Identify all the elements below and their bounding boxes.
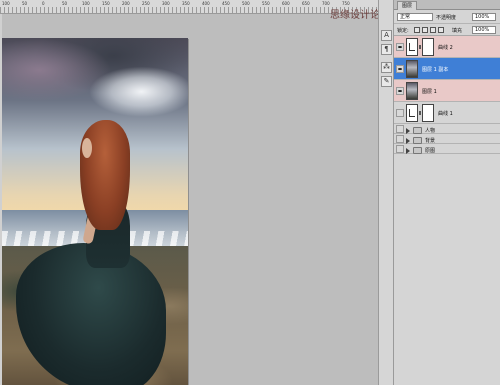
visibility-eye-icon[interactable] bbox=[396, 87, 404, 95]
ruler-mark: 50 bbox=[22, 1, 28, 6]
layer-name: 曲线 1 bbox=[438, 111, 453, 117]
paragraph-panel-icon[interactable]: ¶ bbox=[381, 44, 392, 55]
ruler-mark: 500 bbox=[242, 1, 250, 6]
ruler-mark: 150 bbox=[102, 1, 110, 6]
layer-name: 曲线 2 bbox=[438, 45, 453, 51]
folder-icon bbox=[413, 127, 422, 134]
visibility-eye-icon[interactable] bbox=[396, 125, 404, 133]
lock-transparency-icon[interactable] bbox=[414, 27, 420, 33]
ruler-mark: 400 bbox=[202, 1, 210, 6]
hair-figure bbox=[80, 120, 130, 230]
layer-mask-thumbnail[interactable] bbox=[422, 104, 434, 122]
blend-row: 正常 不透明度 100% bbox=[394, 10, 500, 24]
layer-name: 图层 1 副本 bbox=[422, 67, 449, 73]
panel-dock: A ¶ ⁂ ✎ bbox=[378, 0, 394, 385]
blend-mode-select[interactable]: 正常 bbox=[397, 13, 433, 21]
ruler-mark: 100 bbox=[82, 1, 90, 6]
lock-label: 锁定: bbox=[397, 28, 409, 34]
layer-row[interactable]: 图层 1 bbox=[394, 80, 500, 102]
layer-group-row[interactable]: 背景 bbox=[394, 134, 500, 144]
character-panel-icon[interactable]: A bbox=[381, 30, 392, 41]
opacity-label: 不透明度 bbox=[436, 15, 457, 21]
ruler-mark: 350 bbox=[182, 1, 190, 6]
visibility-eye-icon[interactable] bbox=[396, 135, 404, 143]
ruler-mark: 200 bbox=[122, 1, 130, 6]
ruler-mark: 300 bbox=[162, 1, 170, 6]
ruler-mark: 250 bbox=[142, 1, 150, 6]
group-name: 背景 bbox=[425, 138, 436, 144]
opacity-field[interactable]: 100% bbox=[472, 13, 496, 21]
layers-panel: 图层 正常 不透明度 100% 锁定: 填充 100% 曲线 2 图层 1 副本… bbox=[394, 0, 500, 385]
ruler-ticks bbox=[0, 7, 378, 13]
expand-triangle-icon[interactable] bbox=[406, 148, 410, 154]
ruler-mark: 100 bbox=[2, 1, 10, 6]
panel-tab-bar: 图层 bbox=[394, 0, 500, 10]
visibility-eye-icon[interactable] bbox=[396, 145, 404, 153]
canvas-workspace[interactable] bbox=[2, 14, 378, 385]
lock-pixels-icon[interactable] bbox=[422, 27, 428, 33]
curves-adjustment-icon bbox=[406, 104, 418, 122]
layer-row[interactable]: 曲线 1 bbox=[394, 102, 500, 124]
lock-row: 锁定: 填充 100% bbox=[394, 24, 500, 36]
layer-mask-thumbnail[interactable] bbox=[422, 38, 434, 56]
link-icon bbox=[419, 111, 421, 115]
ruler-mark: 700 bbox=[322, 1, 330, 6]
layer-row[interactable]: 图层 1 副本 bbox=[394, 58, 500, 80]
brush-panel-icon[interactable]: ✎ bbox=[381, 76, 392, 87]
lock-position-icon[interactable] bbox=[430, 27, 436, 33]
layer-row[interactable]: 曲线 2 bbox=[394, 36, 500, 58]
ruler-mark: 650 bbox=[302, 1, 310, 6]
folder-icon bbox=[413, 137, 422, 144]
lock-all-icon[interactable] bbox=[438, 27, 444, 33]
ruler-mark: 450 bbox=[222, 1, 230, 6]
ruler-mark: 50 bbox=[62, 1, 68, 6]
visibility-eye-icon[interactable] bbox=[396, 65, 404, 73]
clone-source-icon[interactable]: ⁂ bbox=[381, 62, 392, 73]
layer-group-row[interactable]: 原图 bbox=[394, 144, 500, 154]
horizontal-ruler: 100 50 0 50 100 150 200 250 300 350 400 … bbox=[0, 0, 378, 14]
fill-field[interactable]: 100% bbox=[472, 26, 496, 34]
visibility-eye-icon[interactable] bbox=[396, 43, 404, 51]
fill-label: 填充 bbox=[452, 28, 463, 34]
document-canvas[interactable] bbox=[2, 38, 188, 385]
layer-thumbnail bbox=[406, 60, 418, 78]
ruler-mark: 550 bbox=[262, 1, 270, 6]
group-name: 人物 bbox=[425, 128, 436, 134]
layer-group-row[interactable]: 人物 bbox=[394, 124, 500, 134]
visibility-eye-icon[interactable] bbox=[396, 109, 404, 117]
tab-layers[interactable]: 图层 bbox=[397, 1, 418, 10]
layer-thumbnail bbox=[406, 82, 418, 100]
curves-adjustment-icon bbox=[406, 38, 418, 56]
ruler-mark: 600 bbox=[282, 1, 290, 6]
group-name: 原图 bbox=[425, 148, 436, 154]
layer-name: 图层 1 bbox=[422, 89, 437, 95]
face-figure bbox=[82, 138, 92, 158]
ruler-mark: 0 bbox=[42, 1, 45, 6]
folder-icon bbox=[413, 147, 422, 154]
link-icon bbox=[419, 45, 421, 49]
